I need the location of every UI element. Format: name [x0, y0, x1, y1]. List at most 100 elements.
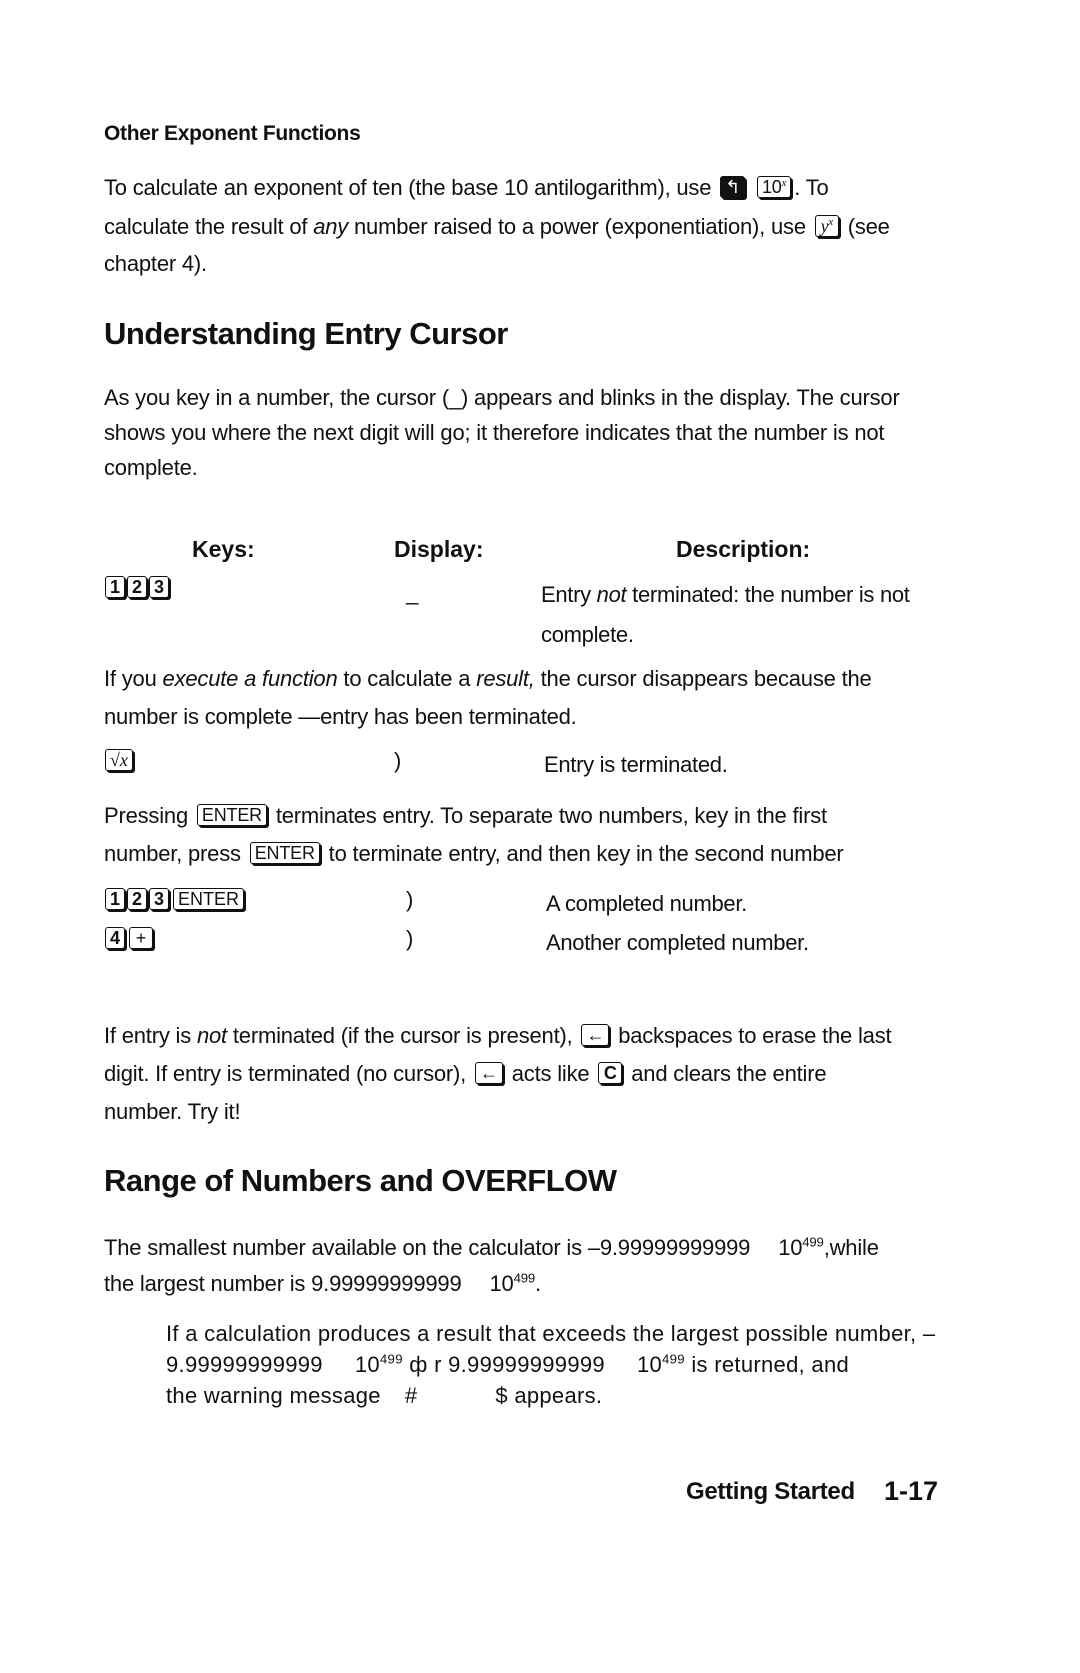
key-label: 10 — [762, 177, 782, 197]
text: . — [534, 1271, 541, 1296]
text: number, press — [104, 841, 241, 866]
text: . To — [794, 175, 829, 200]
emphasis: execute a function — [162, 666, 338, 691]
key-3-icon: 3 — [149, 576, 169, 598]
emphasis: result, — [476, 666, 535, 691]
paragraph-exponent-line1: To calculate an exponent of ten (the bas… — [104, 169, 829, 207]
paragraph-cursor-intro: As you key in a number, the cursor (_) a… — [104, 380, 900, 485]
text: If you — [104, 666, 157, 691]
table-row-display: _ — [406, 580, 419, 605]
key-4-icon: 4 — [105, 927, 125, 949]
paragraph-overflow-note: If a calculation produces a result that … — [166, 1318, 935, 1411]
column-header-display: Display: — [394, 536, 484, 562]
text: 10 — [636, 1352, 663, 1377]
table-row-keys: 1 2 3 ENTER — [104, 885, 247, 915]
text: 10 — [778, 1235, 803, 1260]
text: number raised to a power (exponentiation… — [354, 214, 806, 239]
text: (see — [847, 214, 890, 239]
text: and clears the entire — [631, 1061, 827, 1086]
text: the warning message — [166, 1383, 381, 1408]
section-heading: Understanding Entry Cursor — [104, 316, 508, 351]
column-header-description: Description: — [676, 536, 811, 562]
key-label: √x — [110, 750, 128, 770]
text: terminated: the number is not — [632, 582, 910, 607]
table-row-keys: 123 — [104, 573, 170, 603]
footer-chapter-title: Getting Started — [686, 1478, 855, 1505]
table-row-display: ) — [406, 887, 414, 912]
key-exponent: x — [781, 177, 787, 189]
column-header-keys: Keys: — [192, 536, 255, 562]
paragraph-range: The smallest number available on the cal… — [104, 1230, 879, 1302]
paragraph-execute-function: If you execute a function to calculate a… — [104, 660, 872, 736]
text: to terminate entry, and then key in the … — [328, 841, 844, 866]
paragraph-exponent-line3: chapter 4). — [104, 251, 207, 276]
text: to calculate a — [343, 666, 471, 691]
plus-key-icon: + — [129, 927, 153, 949]
text: If a calculation produces a result that … — [166, 1321, 936, 1346]
key-2-icon: 2 — [127, 888, 147, 910]
text: The smallest number available on the cal… — [104, 1235, 751, 1260]
text: ,while — [823, 1235, 879, 1260]
text-line: shows you where the next digit will go; … — [104, 420, 885, 445]
enter-key-icon: ENTER — [249, 842, 320, 864]
backspace-key-icon: ← — [581, 1024, 610, 1046]
text: number. Try it! — [104, 1099, 241, 1124]
text: Entry — [541, 582, 591, 607]
text: the largest number is 9.99999999999 — [104, 1271, 462, 1296]
emphasis: any — [313, 214, 349, 239]
table-row-keys: 4 + — [104, 924, 156, 954]
table-row-description: A completed number. — [546, 891, 747, 916]
text: complete. — [541, 622, 634, 647]
enter-key-icon: ENTER — [173, 888, 245, 910]
text: acts like — [511, 1061, 590, 1086]
table-row-keys: √x — [104, 746, 136, 776]
text: Pressing — [104, 803, 188, 828]
table-row-description: Entry is terminated. — [544, 752, 728, 777]
y-power-x-key-icon: yx — [814, 215, 839, 237]
text: digit. If entry is terminated (no cursor… — [104, 1061, 467, 1086]
paragraph-exponent-line2: calculate the result of any number raise… — [104, 208, 890, 246]
text: To calculate an exponent of ten (the bas… — [104, 175, 712, 200]
text: If entry is — [104, 1023, 192, 1048]
table-row-display: ) — [394, 748, 402, 773]
paragraph-pressing-enter: Pressing ENTER terminates entry. To sepa… — [104, 797, 844, 873]
text: backspaces to erase the last — [618, 1023, 892, 1048]
key-2-icon: 2 — [127, 576, 147, 598]
subsection-heading: Other Exponent Functions — [104, 122, 361, 145]
backspace-key-icon: ← — [475, 1062, 503, 1084]
table-row-description: Another completed number. — [546, 930, 809, 955]
table-row-display: ) — [406, 926, 414, 951]
left-shift-key-icon: ↰ — [720, 176, 746, 198]
emphasis: not — [196, 1023, 227, 1048]
text: 10 — [489, 1271, 514, 1296]
text: is returned, and — [691, 1352, 850, 1377]
exponent: 499 — [513, 1270, 536, 1286]
text-line: complete. — [104, 455, 198, 480]
text: the cursor disappears because the — [540, 666, 872, 691]
square-root-key-icon: √x — [105, 749, 133, 771]
paragraph-backspace: If entry is not terminated (if the curso… — [104, 1017, 892, 1131]
enter-key-icon: ENTER — [196, 804, 267, 826]
key-exponent: x — [828, 216, 833, 228]
text: number is complete —entry has been termi… — [104, 704, 577, 729]
text: terminated (if the cursor is present), — [232, 1023, 573, 1048]
exponent: 499 — [379, 1351, 403, 1367]
key-1-icon: 1 — [105, 888, 125, 910]
key-3-icon: 3 — [149, 888, 169, 910]
ten-power-x-key-icon: 10x — [757, 176, 792, 198]
text: $ appears. — [495, 1383, 603, 1408]
emphasis: not — [596, 582, 627, 607]
key-1-icon: 1 — [105, 576, 125, 598]
text: # — [404, 1383, 418, 1408]
text: 9.99999999999 — [166, 1352, 323, 1377]
exponent: 499 — [802, 1234, 824, 1250]
clear-key-icon: C — [598, 1062, 623, 1084]
text: terminates entry. To separate two number… — [275, 803, 827, 828]
text-line: As you key in a number, the cursor (_) a… — [104, 385, 900, 410]
table-row-description: Entry not terminated: the number is not … — [541, 575, 910, 655]
text: ф r 9.99999999999 — [409, 1352, 605, 1377]
text: 10 — [354, 1352, 380, 1377]
text: calculate the result of — [104, 214, 308, 239]
exponent: 499 — [662, 1351, 685, 1367]
footer-page-number: 1-17 — [884, 1476, 939, 1506]
